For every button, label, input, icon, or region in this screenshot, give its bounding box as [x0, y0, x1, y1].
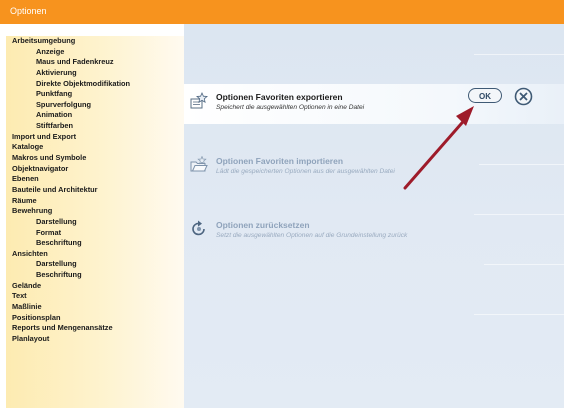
sidebar-item[interactable]: Spurverfolgung	[6, 100, 184, 111]
background-divider	[484, 264, 564, 265]
title-bar: Optionen	[0, 0, 564, 24]
export-option-description: Speichert die ausgewählten Optionen in e…	[216, 104, 365, 111]
sidebar-item[interactable]: Gelände	[6, 281, 184, 292]
sidebar-item[interactable]: Bewehrung	[6, 206, 184, 217]
sidebar-item[interactable]: Arbeitsumgebung	[6, 36, 184, 47]
sidebar-item[interactable]: Bauteile und Architektur	[6, 185, 184, 196]
sidebar-item[interactable]: Maus und Fadenkreuz	[6, 57, 184, 68]
sidebar-item[interactable]: Makros und Symbole	[6, 153, 184, 164]
background-divider	[479, 164, 564, 165]
window-title: Optionen	[10, 6, 47, 16]
sidebar-item[interactable]: Format	[6, 228, 184, 239]
ok-button[interactable]: OK	[468, 88, 502, 103]
sidebar-item[interactable]: Text	[6, 291, 184, 302]
background-divider	[474, 314, 564, 315]
sidebar-item[interactable]: Ebenen	[6, 174, 184, 185]
close-icon[interactable]	[514, 87, 533, 106]
sidebar-item[interactable]: Beschriftung	[6, 270, 184, 281]
reset-icon	[192, 220, 205, 236]
sidebar-item[interactable]: Punktfang	[6, 89, 184, 100]
import-option-title: Optionen Favoriten importieren	[216, 156, 344, 166]
reset-option-description: Setzt die ausgewählten Optionen auf die …	[216, 232, 408, 239]
options-category-sidebar: Arbeitsumgebung Anzeige Maus und Fadenkreu…	[6, 36, 184, 408]
sidebar-item[interactable]: Darstellung	[6, 217, 184, 228]
sidebar-item[interactable]: Reports und Mengenansätze	[6, 323, 184, 334]
sidebar-item[interactable]: Anzeige	[6, 47, 184, 58]
background-divider	[474, 214, 564, 215]
export-favorites-icon	[190, 92, 208, 109]
options-content-area	[184, 24, 564, 408]
sidebar-item[interactable]: Direkte Objektmodifikation	[6, 79, 184, 90]
sidebar-item[interactable]: Objektnavigator	[6, 164, 184, 175]
sidebar-item[interactable]: Aktivierung	[6, 68, 184, 79]
sidebar-item[interactable]: Maßlinie	[6, 302, 184, 313]
sidebar-item[interactable]: Animation	[6, 110, 184, 121]
sidebar-item[interactable]: Kataloge	[6, 142, 184, 153]
sidebar-item[interactable]: Räume	[6, 196, 184, 207]
sidebar-item[interactable]: Darstellung	[6, 259, 184, 270]
sidebar-item[interactable]: Planlayout	[6, 334, 184, 345]
sidebar-item[interactable]: Positionsplan	[6, 313, 184, 324]
export-option-title: Optionen Favoriten exportieren	[216, 92, 343, 102]
reset-option-title: Optionen zurücksetzen	[216, 220, 310, 230]
import-folder-icon	[190, 156, 208, 172]
background-divider	[474, 54, 564, 55]
import-option-description: Lädt die gespeicherten Optionen aus der …	[216, 168, 395, 175]
sidebar-item[interactable]: Beschriftung	[6, 238, 184, 249]
sidebar-item[interactable]: Import und Export	[6, 132, 184, 143]
sidebar-item[interactable]: Ansichten	[6, 249, 184, 260]
sidebar-item[interactable]: Stiftfarben	[6, 121, 184, 132]
